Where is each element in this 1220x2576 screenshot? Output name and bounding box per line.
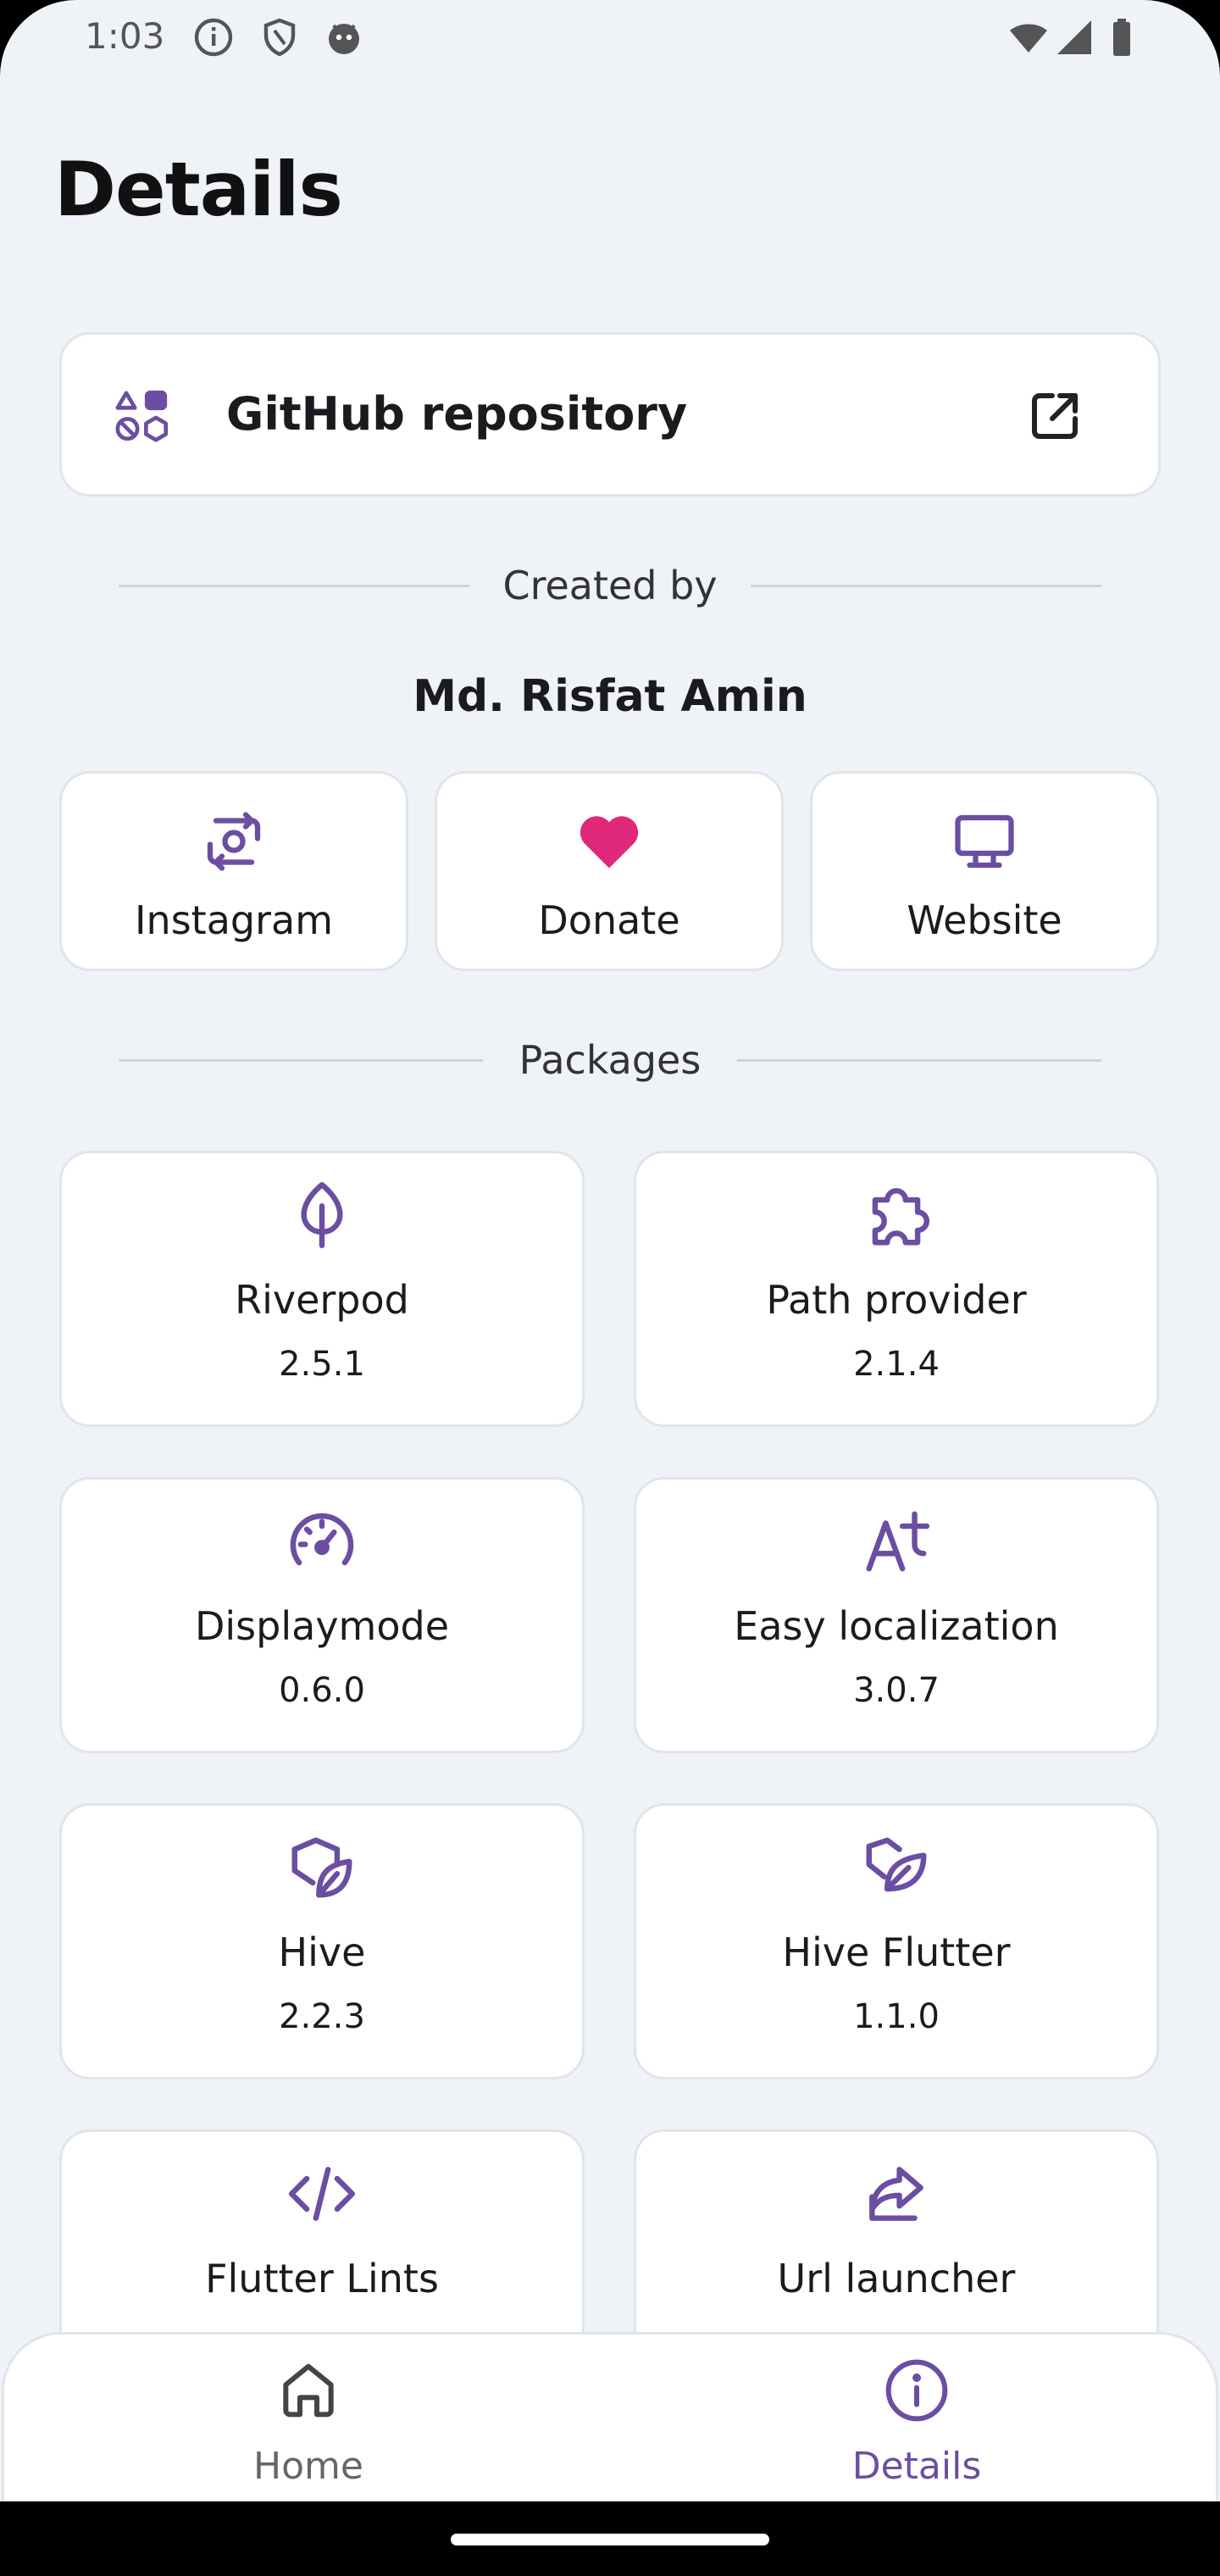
package-name: Riverpod bbox=[235, 1277, 409, 1323]
package-card-path-provider[interactable]: Path provider 2.1.4 bbox=[634, 1151, 1159, 1427]
package-card-displaymode[interactable]: Displaymode 0.6.0 bbox=[59, 1477, 585, 1753]
website-card[interactable]: Website bbox=[810, 771, 1159, 971]
package-name: Easy localization bbox=[734, 1603, 1059, 1649]
nav-label-details: Details bbox=[851, 2445, 982, 2488]
nav-item-details[interactable]: Details bbox=[613, 2334, 1220, 2521]
created-by-heading: Created by bbox=[502, 563, 718, 608]
package-name: Flutter Lints bbox=[205, 2256, 439, 2301]
code-icon bbox=[286, 2157, 358, 2230]
info-icon bbox=[883, 2357, 951, 2424]
instagram-card[interactable]: Instagram bbox=[59, 771, 408, 971]
nav-label-home: Home bbox=[253, 2445, 363, 2488]
hive-icon bbox=[286, 1831, 358, 1904]
github-repository-card[interactable]: GitHub repository bbox=[59, 332, 1161, 497]
package-name: Url launcher bbox=[777, 2256, 1016, 2301]
external-link-icon bbox=[1024, 386, 1085, 447]
monitor-icon bbox=[949, 806, 1020, 877]
battery-icon bbox=[1106, 17, 1137, 58]
donate-label: Donate bbox=[538, 897, 680, 943]
package-version: 2.5.1 bbox=[279, 1345, 365, 1384]
gauge-icon bbox=[286, 1505, 358, 1578]
package-version: 3.0.7 bbox=[853, 1671, 940, 1710]
divider-left bbox=[119, 1059, 483, 1062]
android-face-icon bbox=[324, 17, 364, 58]
package-version: 2.2.3 bbox=[279, 1997, 365, 2036]
package-version: 2.1.4 bbox=[853, 1345, 940, 1384]
gesture-handle[interactable] bbox=[451, 2534, 769, 2545]
instagram-icon bbox=[198, 806, 269, 877]
status-time: 1:03 bbox=[85, 15, 165, 57]
bottom-navigation: Home Details bbox=[2, 2332, 1218, 2518]
packages-heading: Packages bbox=[518, 1037, 702, 1083]
translate-icon bbox=[860, 1505, 933, 1578]
website-label: Website bbox=[907, 897, 1062, 943]
info-icon bbox=[193, 17, 234, 58]
package-name: Hive bbox=[278, 1929, 366, 1975]
divider-left bbox=[119, 585, 469, 587]
github-repository-label: GitHub repository bbox=[226, 387, 688, 441]
screen: 1:03 Details GitHub repository Created b… bbox=[0, 0, 1220, 2576]
signal-icon bbox=[1054, 17, 1095, 58]
package-name: Hive Flutter bbox=[782, 1929, 1011, 1975]
package-version: 1.1.0 bbox=[853, 1997, 940, 2036]
instagram-label: Instagram bbox=[134, 897, 334, 943]
package-card-easy-localization[interactable]: Easy localization 3.0.7 bbox=[634, 1477, 1159, 1753]
donate-card[interactable]: Donate bbox=[435, 771, 784, 971]
wifi-icon bbox=[1005, 17, 1052, 58]
divider-right bbox=[737, 1059, 1101, 1062]
status-bar: 1:03 bbox=[0, 0, 1220, 76]
page-title: Details bbox=[54, 146, 343, 233]
hive-flutter-icon bbox=[860, 1831, 933, 1904]
puzzle-icon bbox=[860, 1179, 933, 1252]
shapes-icon bbox=[113, 386, 172, 445]
share-icon bbox=[860, 2157, 933, 2230]
package-card-hive[interactable]: Hive 2.2.3 bbox=[59, 1803, 585, 2079]
heart-icon bbox=[574, 806, 645, 877]
package-name: Path provider bbox=[766, 1277, 1027, 1323]
package-name: Displaymode bbox=[194, 1603, 449, 1649]
nav-item-home[interactable]: Home bbox=[4, 2334, 613, 2521]
package-card-riverpod[interactable]: Riverpod 2.5.1 bbox=[59, 1151, 585, 1427]
home-icon bbox=[274, 2357, 342, 2424]
leaf-icon bbox=[286, 1179, 358, 1252]
package-card-hive-flutter[interactable]: Hive Flutter 1.1.0 bbox=[634, 1803, 1159, 2079]
author-name: Md. Risfat Amin bbox=[413, 671, 807, 722]
divider-right bbox=[751, 585, 1101, 587]
package-version: 0.6.0 bbox=[279, 1671, 365, 1710]
shield-icon bbox=[259, 17, 300, 58]
